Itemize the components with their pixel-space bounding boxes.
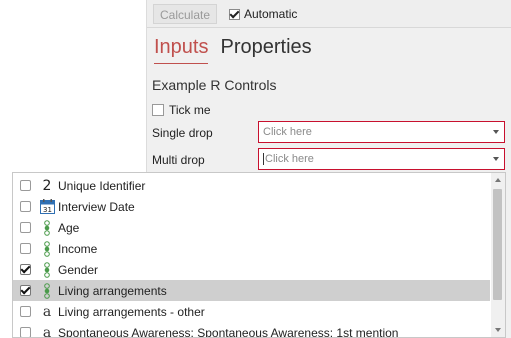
list-item-label: Interview Date — [58, 200, 135, 214]
text-cursor — [263, 153, 264, 166]
list-item-checkbox[interactable] — [20, 306, 31, 317]
list-item[interactable]: 31 Interview Date — [13, 196, 490, 217]
multi-drop-placeholder: Click here — [265, 153, 314, 165]
toolbar: Calculate Automatic — [147, 0, 511, 28]
list-item-label: Unique Identifier — [58, 179, 146, 193]
text-a-icon: a — [42, 324, 52, 338]
list-item-checkbox[interactable] — [20, 222, 31, 233]
section-title: Example R Controls — [152, 77, 277, 93]
list-item-checkbox[interactable] — [20, 243, 31, 254]
categorical-icon — [39, 282, 55, 299]
svg-text:31: 31 — [43, 206, 52, 214]
tick-me-control[interactable]: Tick me — [152, 103, 211, 117]
number-2-icon: 2 — [42, 177, 52, 194]
scroll-thumb[interactable] — [493, 189, 502, 300]
tab-bar: Inputs Properties — [154, 36, 312, 64]
categorical-icon — [39, 219, 55, 236]
list-item-label: Income — [58, 242, 98, 256]
multi-drop-list: 2 Unique Identifier 31 Interview Date Age Inc… — [12, 172, 506, 338]
list-item-checkbox[interactable] — [20, 285, 31, 296]
list-item-label: Age — [58, 221, 80, 235]
chevron-down-icon — [493, 157, 499, 161]
tick-me-checkbox[interactable] — [152, 104, 164, 116]
calculate-button[interactable]: Calculate — [153, 4, 218, 24]
variable-list: 2 Unique Identifier 31 Interview Date Age Inc… — [13, 173, 490, 338]
list-item-checkbox[interactable] — [20, 264, 31, 275]
scroll-down-arrow-icon[interactable] — [491, 324, 505, 336]
single-drop-placeholder: Click here — [263, 126, 312, 138]
single-drop-dropdown[interactable]: Click here — [258, 121, 505, 143]
list-item[interactable]: a Living arrangements - other — [13, 301, 490, 322]
automatic-toggle[interactable]: Automatic — [229, 5, 297, 23]
tick-me-label: Tick me — [169, 103, 211, 117]
categorical-icon — [39, 261, 55, 278]
list-item-label: Spontaneous Awareness: Spontaneous Aware… — [58, 326, 399, 338]
text-a-icon: a — [42, 303, 52, 320]
list-item-checkbox[interactable] — [20, 327, 31, 337]
categorical-icon — [39, 240, 55, 257]
list-item[interactable]: Income — [13, 238, 490, 259]
list-item-label: Living arrangements - other — [58, 305, 205, 319]
list-item-checkbox[interactable] — [20, 201, 31, 212]
list-item-label: Gender — [58, 263, 99, 277]
chevron-down-icon — [493, 130, 499, 134]
tab-properties[interactable]: Properties — [220, 36, 311, 64]
automatic-checkbox[interactable] — [229, 8, 240, 20]
single-drop-label: Single drop — [152, 126, 213, 140]
list-item[interactable]: Gender — [13, 259, 490, 280]
list-item[interactable]: 2 Unique Identifier — [13, 175, 490, 196]
list-item[interactable]: a Spontaneous Awareness: Spontaneous Awar… — [13, 322, 490, 338]
list-item[interactable]: Living arrangements — [13, 280, 490, 301]
multi-drop-label: Multi drop — [152, 153, 205, 167]
list-item[interactable]: Age — [13, 217, 490, 238]
tab-inputs[interactable]: Inputs — [154, 36, 209, 64]
multi-drop-dropdown[interactable]: Click here — [258, 148, 505, 170]
list-scrollbar[interactable] — [491, 173, 505, 337]
calendar-icon: 31 — [39, 198, 55, 215]
automatic-label: Automatic — [244, 7, 298, 21]
scroll-up-arrow-icon[interactable] — [491, 174, 505, 186]
list-item-label: Living arrangements — [58, 284, 167, 298]
list-item-checkbox[interactable] — [20, 180, 31, 191]
